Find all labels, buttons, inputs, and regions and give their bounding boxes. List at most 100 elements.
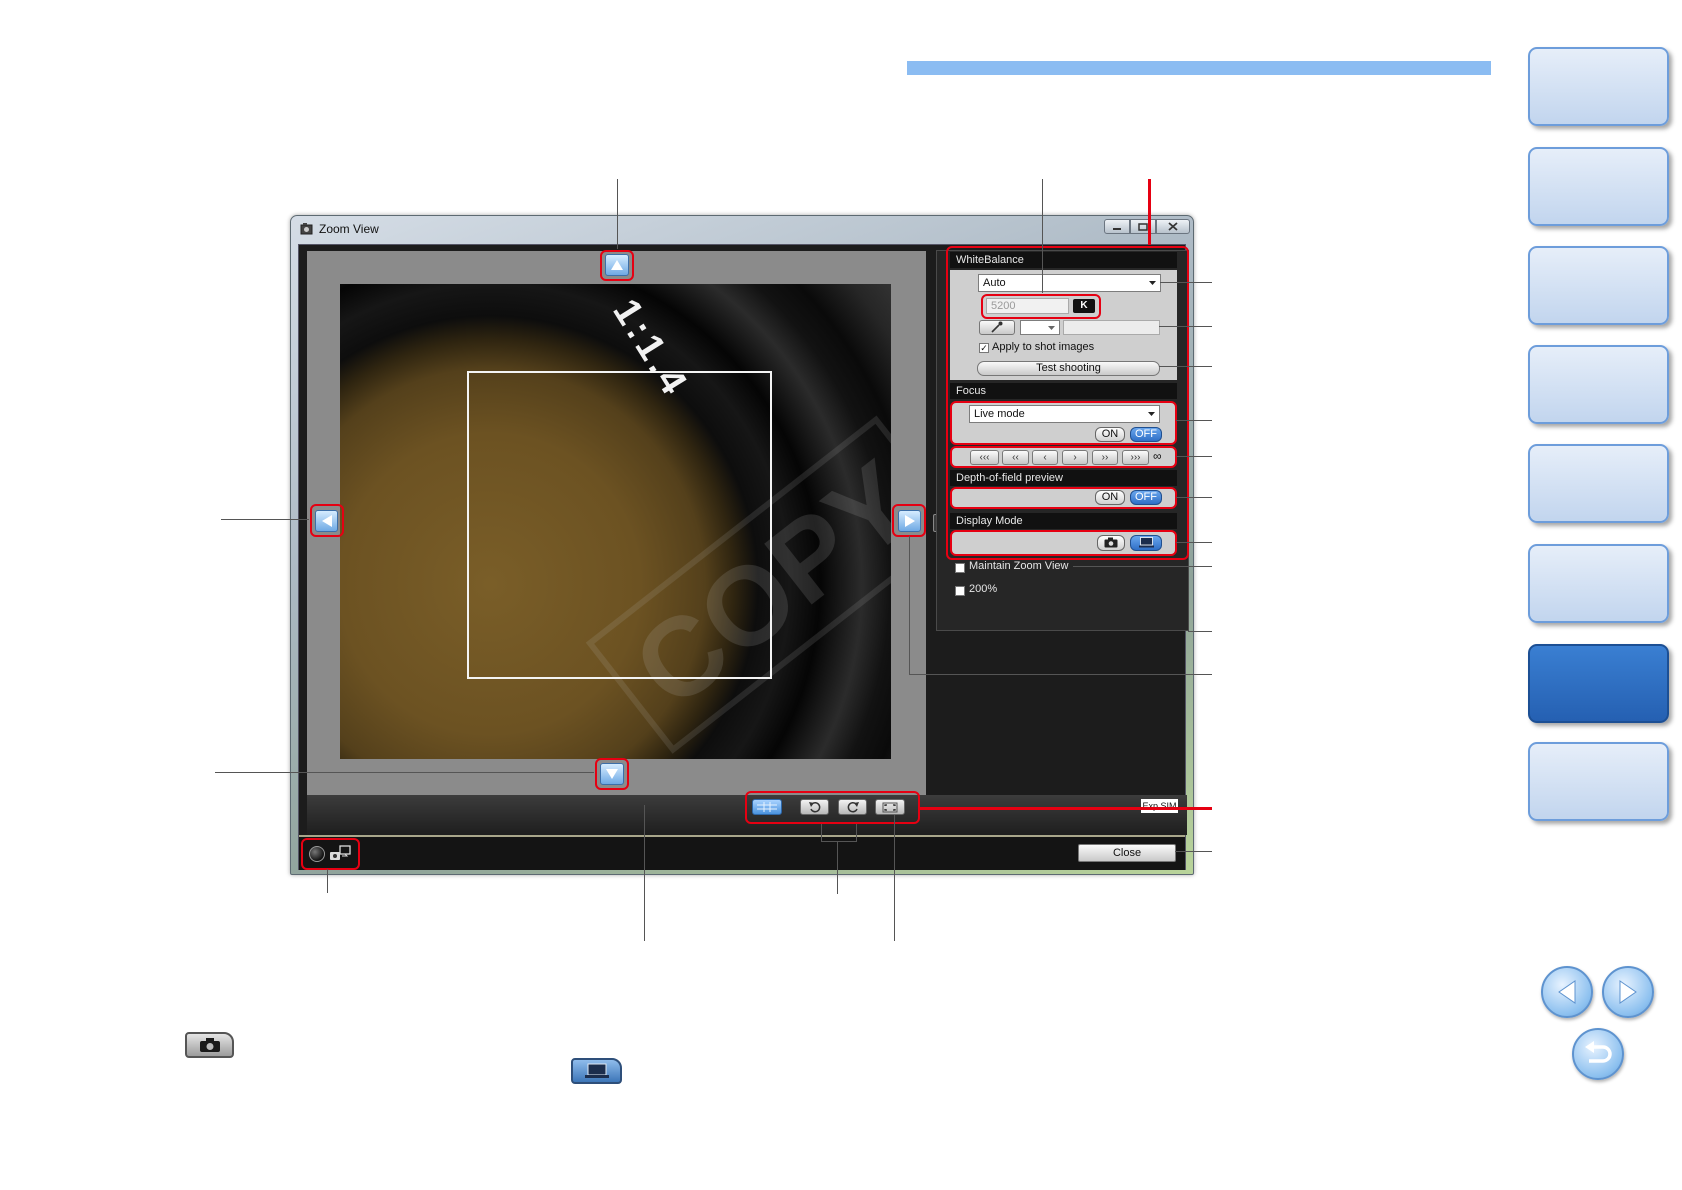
- depth-of-field-off-button[interactable]: OFF: [1130, 490, 1162, 505]
- callout-line-right-vertical: [909, 536, 910, 674]
- close-window-button[interactable]: [1156, 219, 1190, 234]
- fullscreen-icon: [882, 802, 898, 812]
- callout-line-toolbar-strip: [644, 805, 645, 941]
- focus-far-medium-button[interactable]: ››: [1092, 450, 1118, 465]
- callout-line-panel: [1148, 179, 1151, 245]
- focus-off-button[interactable]: OFF: [1130, 427, 1162, 442]
- left-arrow-icon: [321, 515, 332, 527]
- callout-line-maintain-zoom: [1073, 566, 1212, 567]
- white-balance-preset-select[interactable]: Auto: [978, 274, 1161, 292]
- close-button[interactable]: Close: [1078, 844, 1176, 862]
- status-bar: [299, 835, 1185, 870]
- window-title: Zoom View: [319, 222, 379, 236]
- apply-to-shot-images-checkbox[interactable]: [979, 343, 989, 353]
- callout-line-rotate: [837, 841, 838, 894]
- image-toolbar: [307, 795, 1187, 835]
- scroll-down-button[interactable]: [600, 763, 624, 785]
- side-tab-8[interactable]: [1528, 742, 1669, 821]
- monitor-icon: [1138, 537, 1154, 548]
- display-mode-header: Display Mode: [950, 513, 1177, 529]
- callout-line-wb-preset: [1160, 282, 1212, 283]
- up-arrow-icon: [611, 260, 623, 270]
- focus-near-large-button[interactable]: ‹‹‹: [970, 450, 999, 465]
- callout-bracket-right: [856, 824, 857, 841]
- chevron-down-icon: [1048, 326, 1055, 330]
- callout-line-close: [1175, 851, 1212, 852]
- side-tab-5[interactable]: [1528, 444, 1669, 523]
- side-tab-3[interactable]: [1528, 246, 1669, 325]
- callout-bracket-left: [821, 824, 822, 841]
- callout-line-up: [617, 179, 618, 249]
- rotate-right-button[interactable]: [838, 799, 867, 815]
- apply-to-shot-images-label: Apply to shot images: [992, 341, 1095, 353]
- focus-mode-value: Live mode: [974, 408, 1025, 420]
- test-shooting-button[interactable]: Test shooting: [977, 361, 1160, 376]
- eyedropper-button[interactable]: [979, 320, 1015, 335]
- side-tab-7[interactable]: [1528, 644, 1669, 723]
- maximize-icon: [1138, 222, 1148, 231]
- callout-line-display-mode: [1176, 542, 1212, 543]
- callout-bracket-bar: [821, 841, 857, 842]
- color-temperature-field[interactable]: 5200: [986, 298, 1069, 314]
- side-tab-2[interactable]: [1528, 147, 1669, 226]
- focus-far-small-button[interactable]: ›: [1062, 450, 1088, 465]
- next-page-button[interactable]: [1602, 966, 1654, 1018]
- scroll-left-button[interactable]: [315, 510, 338, 532]
- kelvin-button[interactable]: K: [1073, 299, 1095, 313]
- fullscreen-button[interactable]: [875, 799, 905, 815]
- down-arrow-icon: [606, 769, 618, 779]
- callout-line-left: [221, 519, 309, 520]
- focus-mode-select[interactable]: Live mode: [969, 405, 1160, 423]
- infinity-label: ∞: [1153, 449, 1162, 463]
- maximize-button[interactable]: [1130, 219, 1156, 234]
- callout-line-panel-area: [1188, 631, 1212, 632]
- rotate-left-icon: [808, 801, 820, 813]
- previous-page-button[interactable]: [1541, 966, 1593, 1018]
- focus-near-small-button[interactable]: ‹: [1032, 450, 1058, 465]
- white-balance-preset-value: Auto: [983, 277, 1006, 289]
- right-arrow-icon: [904, 515, 915, 527]
- section-header-bar: [907, 61, 1491, 75]
- next-page-icon: [1619, 980, 1637, 1004]
- callout-line-focus-mode: [1176, 420, 1212, 421]
- live-view-image[interactable]: 1:1.4 COPY: [340, 284, 891, 759]
- rotate-right-icon: [847, 801, 859, 813]
- display-mode-monitor-button[interactable]: [1130, 535, 1162, 551]
- zoom-view-window: Zoom View 1:1.4 COPY WhiteBalance Auto 5…: [290, 215, 1194, 875]
- focus-far-large-button[interactable]: ›››: [1122, 450, 1149, 465]
- side-tab-6[interactable]: [1528, 544, 1669, 623]
- focus-near-medium-button[interactable]: ‹‹: [1002, 450, 1029, 465]
- scroll-up-button[interactable]: [605, 254, 629, 276]
- chevron-down-icon: [1149, 281, 1156, 285]
- legend-monitor-icon: [571, 1058, 622, 1084]
- side-tab-1[interactable]: [1528, 47, 1669, 126]
- callout-line-depth-of-field: [1176, 497, 1212, 498]
- white-balance-shift-select[interactable]: [1020, 320, 1060, 335]
- rotate-left-button[interactable]: [800, 799, 829, 815]
- white-balance-shift-field[interactable]: [1063, 320, 1160, 335]
- zoom-area-rectangle[interactable]: [467, 371, 772, 679]
- depth-of-field-header: Depth-of-field preview: [950, 470, 1177, 486]
- app-icon: [300, 222, 313, 235]
- minimize-button[interactable]: [1104, 219, 1130, 234]
- display-mode-camera-button[interactable]: [1097, 535, 1125, 551]
- camera-to-pc-icon: [329, 845, 351, 863]
- grid-icon: [757, 802, 777, 812]
- zoom-200-label: 200%: [969, 583, 998, 595]
- return-button[interactable]: [1572, 1028, 1624, 1080]
- eyedropper-icon: [991, 321, 1003, 333]
- side-tab-4[interactable]: [1528, 345, 1669, 424]
- scroll-right-button[interactable]: [898, 510, 921, 532]
- callout-line-right: [909, 674, 1212, 675]
- callout-line-down: [215, 772, 594, 773]
- depth-of-field-on-button[interactable]: ON: [1095, 490, 1125, 505]
- color-temperature-value: 5200: [991, 300, 1016, 312]
- zoom-200-checkbox[interactable]: [955, 586, 965, 596]
- lamp-icon: [309, 846, 325, 862]
- grid-display-button[interactable]: [752, 799, 782, 815]
- maintain-zoom-view-checkbox[interactable]: [955, 563, 965, 573]
- legend-camera-icon: [185, 1032, 234, 1058]
- focus-on-button[interactable]: ON: [1095, 427, 1125, 442]
- chevron-down-icon: [1148, 412, 1155, 416]
- title-bar[interactable]: [291, 216, 1193, 243]
